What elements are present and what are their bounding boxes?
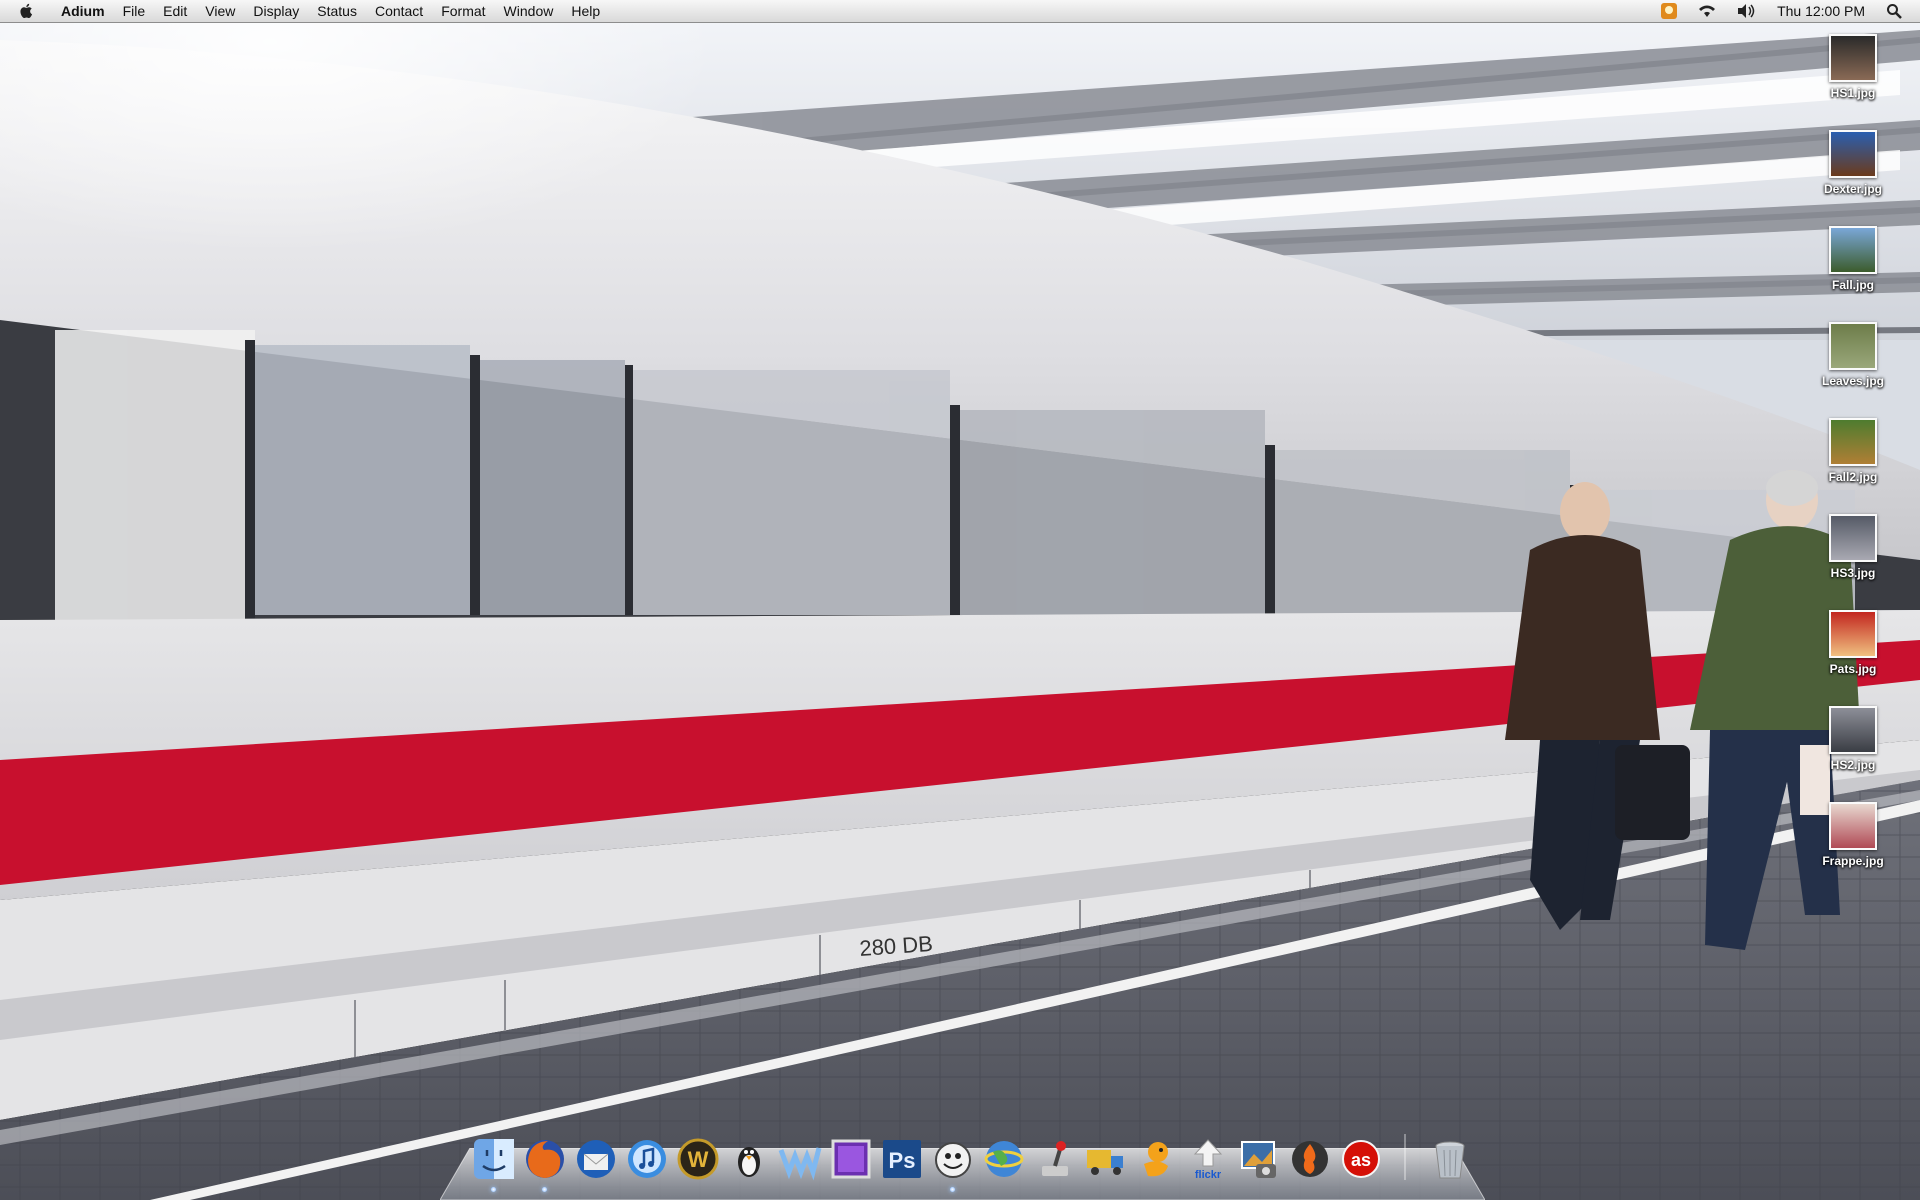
image-file-icon bbox=[1829, 418, 1877, 466]
dock-item-writer[interactable] bbox=[776, 1136, 824, 1192]
dock-item-cyberduck[interactable] bbox=[1133, 1136, 1181, 1192]
image-file-icon bbox=[1829, 130, 1877, 178]
cyberduck-icon bbox=[1143, 1142, 1168, 1177]
dock-item-joystick[interactable] bbox=[1031, 1136, 1079, 1192]
dock-item-burn[interactable] bbox=[1286, 1136, 1334, 1192]
dock-item-thunderbird[interactable] bbox=[572, 1136, 620, 1192]
dock: W Ps flickr as bbox=[468, 1134, 1475, 1192]
iphoto-icon bbox=[1240, 1141, 1276, 1178]
purple-app-icon bbox=[831, 1139, 870, 1179]
dock-item-lastfm[interactable]: as bbox=[1337, 1136, 1385, 1192]
photoshop-icon: Ps bbox=[882, 1140, 921, 1178]
desktop: 280 DB Adium File Edit View Display Stat… bbox=[0, 0, 1920, 1200]
menu-clock[interactable]: Thu 12:00 PM bbox=[1777, 3, 1865, 19]
dock-item-photoshop[interactable]: Ps bbox=[878, 1136, 926, 1192]
menu-bar: Adium File Edit View Display Status Cont… bbox=[0, 0, 1920, 23]
adium-duck-icon bbox=[934, 1142, 971, 1178]
menu-app-adium[interactable]: Adium bbox=[52, 0, 114, 22]
menu-format[interactable]: Format bbox=[432, 0, 494, 22]
dock-item-itunes[interactable] bbox=[623, 1136, 671, 1192]
dock-item-flickr-uploadr[interactable]: flickr bbox=[1184, 1136, 1232, 1192]
desktop-icon-label: HS2.jpg bbox=[1830, 758, 1876, 772]
desktop-icon-hs1[interactable]: HS1.jpg bbox=[1808, 34, 1898, 100]
desktop-icon-label: HS3.jpg bbox=[1830, 566, 1876, 580]
desktop-icon-fall[interactable]: Fall.jpg bbox=[1808, 226, 1898, 292]
dock-item-transmit[interactable] bbox=[1082, 1136, 1130, 1192]
desktop-icon-label: Fall.jpg bbox=[1832, 278, 1874, 292]
dock-item-purple-app[interactable] bbox=[827, 1136, 875, 1192]
trash-icon bbox=[1435, 1141, 1464, 1179]
dock-item-finder[interactable] bbox=[470, 1136, 518, 1192]
menu-contact[interactable]: Contact bbox=[366, 0, 432, 22]
dock-item-world-of-warcraft[interactable]: W bbox=[674, 1136, 722, 1192]
world-of-warcraft-icon: W bbox=[677, 1138, 718, 1180]
finder-icon bbox=[473, 1139, 514, 1179]
flickr-uploadr-icon: flickr bbox=[1193, 1139, 1222, 1181]
menu-display[interactable]: Display bbox=[244, 0, 308, 22]
dock-item-firefox[interactable] bbox=[521, 1136, 569, 1192]
menu-file[interactable]: File bbox=[114, 0, 155, 22]
image-file-icon bbox=[1829, 322, 1877, 370]
image-file-icon bbox=[1829, 514, 1877, 562]
dock-separator bbox=[1404, 1134, 1406, 1180]
running-indicator bbox=[491, 1187, 496, 1192]
menu-help[interactable]: Help bbox=[562, 0, 609, 22]
svg-text:W: W bbox=[687, 1147, 708, 1172]
dock-item-trash[interactable] bbox=[1426, 1136, 1474, 1192]
running-indicator bbox=[950, 1187, 955, 1192]
desktop-icon-label: Frappe.jpg bbox=[1822, 854, 1884, 868]
desktop-icon-leaves[interactable]: Leaves.jpg bbox=[1808, 322, 1898, 388]
image-file-icon bbox=[1829, 706, 1877, 754]
svg-text:flickr: flickr bbox=[1194, 1169, 1221, 1181]
menu-extras: Thu 12:00 PM bbox=[1651, 0, 1920, 22]
desktop-icon-label: Pats.jpg bbox=[1829, 662, 1877, 676]
menu-window[interactable]: Window bbox=[495, 0, 563, 22]
penguin-icon bbox=[737, 1147, 760, 1177]
desktop-icon-pats[interactable]: Pats.jpg bbox=[1808, 610, 1898, 676]
firefox-icon bbox=[525, 1140, 564, 1178]
desktop-icon-hs3[interactable]: HS3.jpg bbox=[1808, 514, 1898, 580]
image-file-icon bbox=[1829, 802, 1877, 850]
desktop-icon-label: Fall2.jpg bbox=[1828, 470, 1878, 484]
desktop-icon-label: HS1.jpg bbox=[1830, 86, 1876, 100]
menu-edit[interactable]: Edit bbox=[154, 0, 196, 22]
svg-text:Ps: Ps bbox=[888, 1148, 915, 1173]
dock-item-globe[interactable] bbox=[980, 1136, 1028, 1192]
svg-text:280 DB: 280 DB bbox=[859, 931, 934, 961]
volume-icon[interactable] bbox=[1736, 3, 1756, 19]
joystick-icon bbox=[1041, 1141, 1068, 1176]
menu-view[interactable]: View bbox=[196, 0, 244, 22]
globe-icon bbox=[984, 1141, 1023, 1177]
desktop-icon-dexter[interactable]: Dexter.jpg bbox=[1808, 130, 1898, 196]
desktop-icon-frappe[interactable]: Frappe.jpg bbox=[1808, 802, 1898, 868]
desktop-icon-hs2[interactable]: HS2.jpg bbox=[1808, 706, 1898, 772]
dock-item-iphoto[interactable] bbox=[1235, 1136, 1283, 1192]
itunes-icon bbox=[627, 1140, 666, 1178]
desktop-icon-label: Leaves.jpg bbox=[1821, 374, 1885, 388]
spotlight-icon[interactable] bbox=[1886, 3, 1902, 19]
image-file-icon bbox=[1829, 610, 1877, 658]
lastfm-icon: as bbox=[1341, 1140, 1380, 1178]
desktop-icon-label: Dexter.jpg bbox=[1823, 182, 1883, 196]
dock-item-adium[interactable] bbox=[929, 1136, 977, 1192]
wifi-icon[interactable] bbox=[1696, 3, 1718, 19]
apple-menu-icon[interactable] bbox=[18, 2, 36, 20]
running-indicator bbox=[542, 1187, 547, 1192]
dock-item-penguin[interactable] bbox=[725, 1136, 773, 1192]
burn-icon bbox=[1291, 1141, 1328, 1177]
desktop-icon-fall2[interactable]: Fall2.jpg bbox=[1808, 418, 1898, 484]
thunderbird-icon bbox=[576, 1140, 615, 1178]
image-file-icon bbox=[1829, 226, 1877, 274]
wallpaper-train-photo: 280 DB bbox=[0, 0, 1920, 1200]
writer-icon bbox=[778, 1147, 821, 1181]
adium-status-icon[interactable] bbox=[1660, 2, 1678, 20]
image-file-icon bbox=[1829, 34, 1877, 82]
svg-text:as: as bbox=[1350, 1150, 1370, 1170]
transmit-truck-icon bbox=[1086, 1150, 1123, 1175]
menu-status[interactable]: Status bbox=[308, 0, 366, 22]
